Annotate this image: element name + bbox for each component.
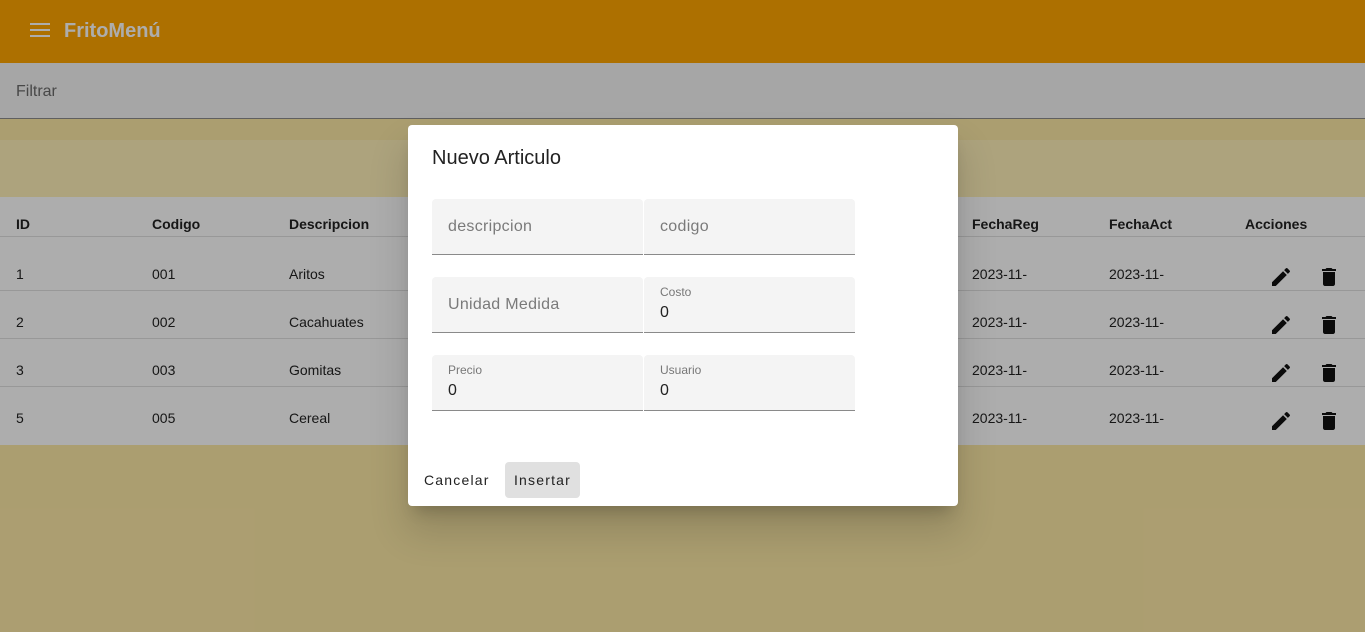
unidad-medida-field[interactable]: Unidad Medida bbox=[432, 277, 643, 333]
usuario-label: Usuario bbox=[660, 363, 702, 377]
costo-field[interactable]: Costo 0 bbox=[644, 277, 855, 333]
insert-button[interactable]: Insertar bbox=[505, 462, 580, 498]
precio-value: 0 bbox=[448, 382, 457, 399]
dialog-title: Nuevo Articulo bbox=[432, 147, 561, 169]
unidad-medida-placeholder: Unidad Medida bbox=[448, 296, 560, 313]
new-article-dialog: Nuevo Articulo descripcion codigo Unidad… bbox=[408, 125, 958, 506]
precio-field[interactable]: Precio 0 bbox=[432, 355, 643, 411]
usuario-field[interactable]: Usuario 0 bbox=[644, 355, 855, 411]
descripcion-field[interactable]: descripcion bbox=[432, 199, 643, 255]
codigo-placeholder: codigo bbox=[660, 218, 709, 235]
cancel-button[interactable]: Cancelar bbox=[416, 462, 498, 498]
descripcion-placeholder: descripcion bbox=[448, 218, 533, 235]
usuario-value: 0 bbox=[660, 382, 669, 399]
precio-label: Precio bbox=[448, 363, 483, 377]
costo-label: Costo bbox=[660, 285, 692, 299]
codigo-field[interactable]: codigo bbox=[644, 199, 855, 255]
costo-value: 0 bbox=[660, 304, 669, 321]
